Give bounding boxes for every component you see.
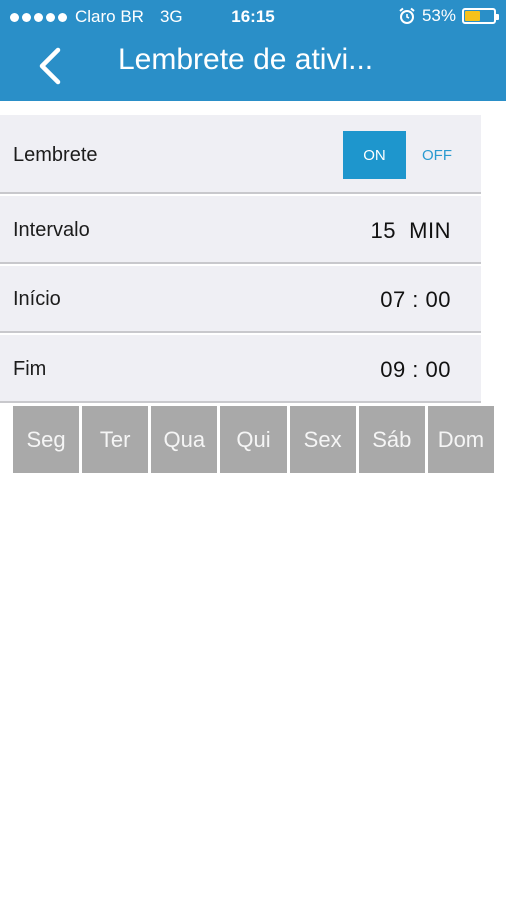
battery-percent: 53% <box>421 6 456 25</box>
navigation-bar: Lembrete de ativi... <box>0 34 506 101</box>
interval-value: 15 MIN <box>370 218 451 243</box>
alarm-clock-icon <box>398 7 416 25</box>
day-button-ter[interactable]: Ter <box>82 406 149 473</box>
day-button-qua[interactable]: Qua <box>151 406 218 473</box>
reminder-label: Lembrete <box>13 144 98 166</box>
end-row[interactable]: Fim 09 : 00 <box>0 335 481 403</box>
weekday-selector: Seg Ter Qua Qui Sex Sáb Dom <box>13 406 494 473</box>
reminder-toggle[interactable]: ON OFF <box>343 131 468 179</box>
back-button[interactable] <box>30 44 74 88</box>
end-label: Fim <box>13 358 47 380</box>
day-button-sex[interactable]: Sex <box>289 406 356 473</box>
start-label: Início <box>13 288 61 310</box>
toggle-on-button[interactable]: ON <box>343 131 406 179</box>
reminder-row: Lembrete ON OFF <box>0 115 481 194</box>
page-title: Lembrete de ativi... <box>118 43 374 76</box>
app-header: Claro BR 3G 16:15 53% Lembrete de ativi.… <box>0 0 506 101</box>
battery-fill <box>465 11 480 21</box>
start-time-value: 07 : 00 <box>380 287 451 312</box>
day-button-dom[interactable]: Dom <box>427 406 494 473</box>
toggle-off-button[interactable]: OFF <box>406 131 468 179</box>
start-row[interactable]: Início 07 : 00 <box>0 266 481 333</box>
interval-row[interactable]: Intervalo 15 MIN <box>0 196 481 264</box>
day-button-qui[interactable]: Qui <box>220 406 287 473</box>
status-bar: Claro BR 3G 16:15 53% <box>0 0 506 34</box>
battery-icon <box>462 8 499 24</box>
status-right: 53% <box>398 6 499 26</box>
end-time-value: 09 : 00 <box>380 357 451 382</box>
day-button-sab[interactable]: Sáb <box>358 406 425 473</box>
day-button-seg[interactable]: Seg <box>13 406 80 473</box>
chevron-left-icon <box>39 47 61 85</box>
interval-label: Intervalo <box>13 219 90 241</box>
